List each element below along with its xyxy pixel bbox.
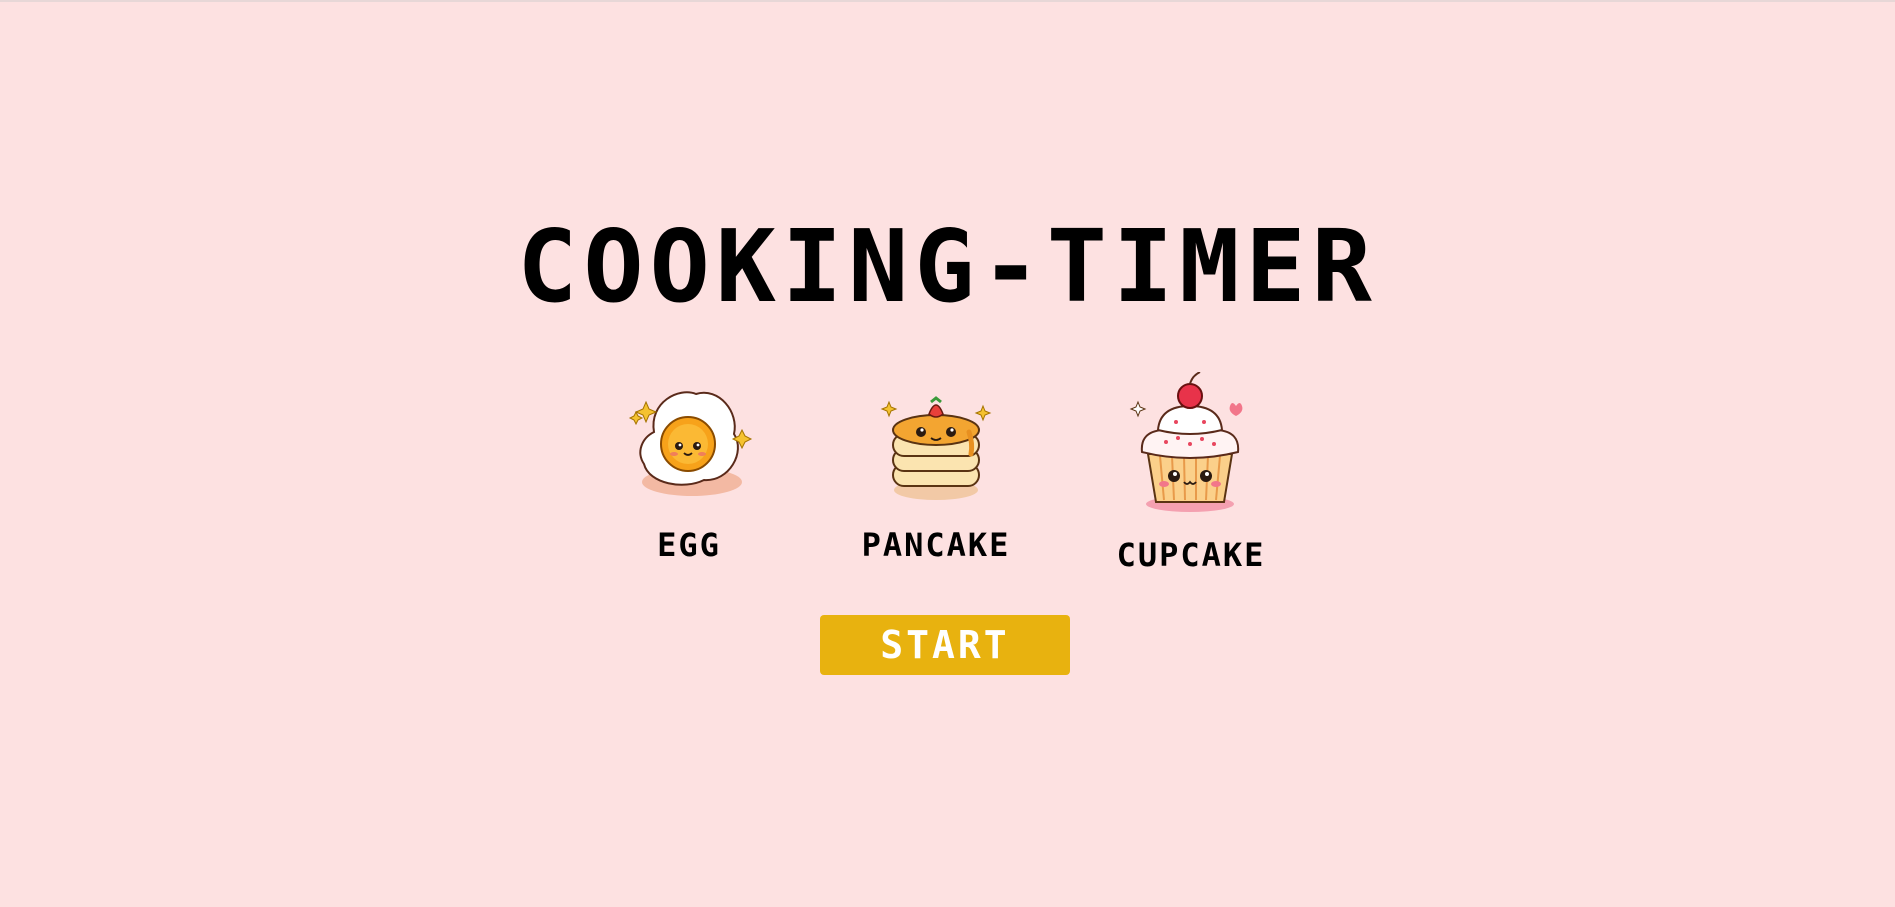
food-label-pancake: PANCAKE	[861, 526, 1011, 564]
page-title: COOKING-TIMER	[517, 208, 1378, 325]
start-button[interactable]: START	[820, 615, 1070, 675]
food-label-egg: EGG	[657, 526, 721, 564]
food-label-cupcake: CUPCAKE	[1116, 536, 1266, 574]
pancake-stack-icon	[880, 396, 992, 500]
cupcake-icon	[1129, 372, 1243, 512]
food-option-pancake[interactable]: PANCAKE	[841, 372, 1031, 564]
food-option-cupcake[interactable]: CUPCAKE	[1096, 372, 1286, 574]
food-option-egg[interactable]: EGG	[594, 372, 784, 564]
fried-egg-icon	[628, 391, 753, 496]
